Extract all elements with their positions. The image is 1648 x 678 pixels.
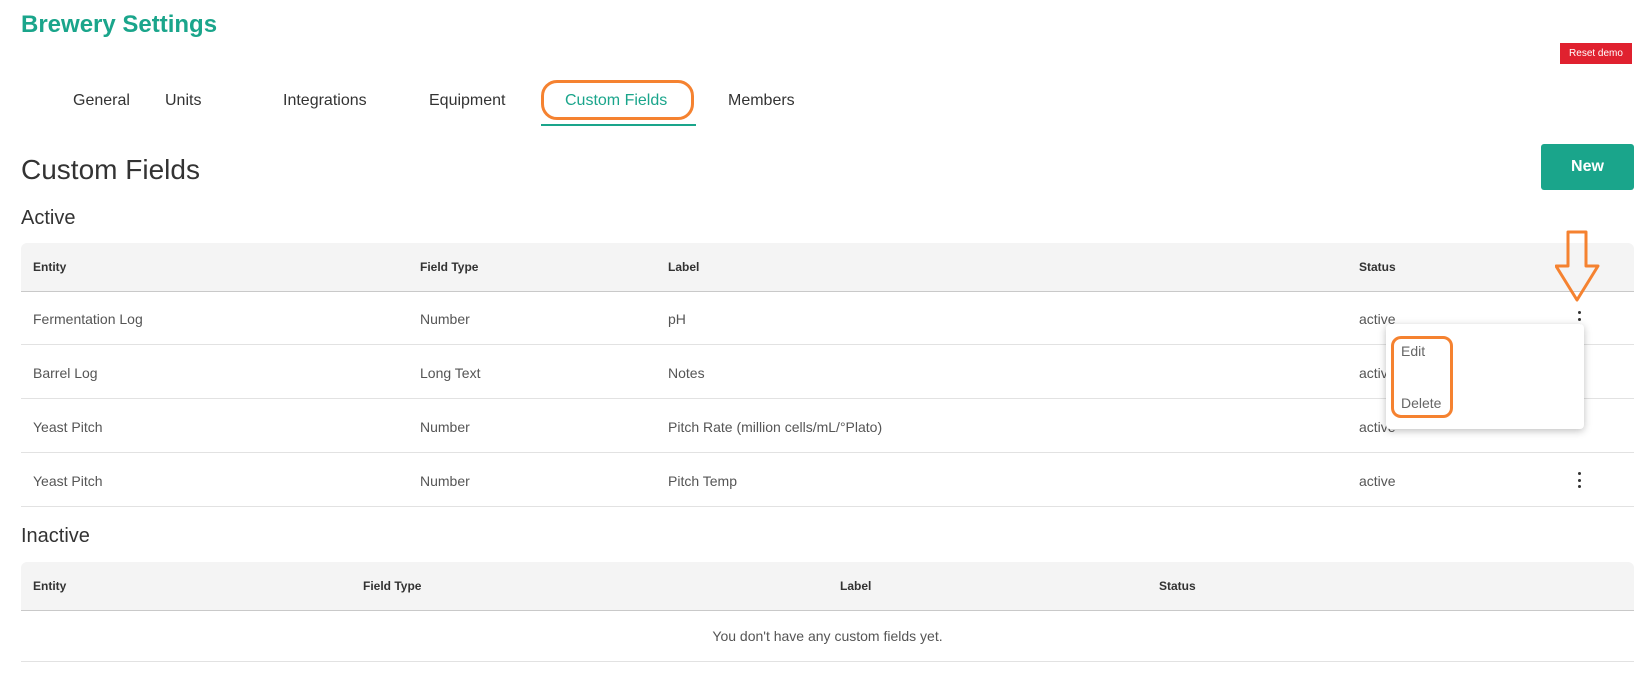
tab-general[interactable]: General (73, 92, 130, 110)
column-header-field-type: Field Type (363, 579, 422, 593)
cell-label: Pitch Temp (668, 473, 737, 489)
column-header-entity: Entity (33, 260, 67, 274)
column-header-label: Label (840, 579, 872, 593)
cell-field-type: Number (420, 311, 470, 327)
reset-demo-button[interactable]: Reset demo (1560, 43, 1632, 64)
new-custom-field-button[interactable]: New (1541, 144, 1634, 190)
cell-field-type: Number (420, 419, 470, 435)
tab-members[interactable]: Members (728, 92, 795, 110)
row-actions-menu: Edit Delete (1386, 324, 1584, 429)
cell-entity: Yeast Pitch (33, 419, 103, 435)
page-title: Custom Fields (21, 154, 200, 185)
cell-label: Notes (668, 365, 705, 381)
column-header-field-type: Field Type (420, 260, 479, 274)
active-tab-indicator (541, 124, 696, 126)
row-actions-kebab-icon[interactable] (1572, 470, 1586, 490)
column-header-entity: Entity (33, 579, 67, 593)
annotation-arrow-down-icon (1555, 230, 1600, 302)
menu-item-edit[interactable]: Edit (1401, 343, 1425, 359)
column-header-status: Status (1359, 260, 1396, 274)
column-header-label: Label (668, 260, 700, 274)
cell-field-type: Number (420, 473, 470, 489)
inactive-table-header: Entity Field Type Label Status (21, 562, 1634, 611)
cell-label: Pitch Rate (million cells/mL/°Plato) (668, 419, 883, 435)
empty-state-message: You don't have any custom fields yet. (21, 610, 1634, 662)
table-row: Yeast Pitch Number Pitch Temp active (21, 454, 1634, 507)
cell-entity: Yeast Pitch (33, 473, 103, 489)
column-header-status: Status (1159, 579, 1196, 593)
tab-units[interactable]: Units (165, 92, 201, 110)
cell-field-type: Long Text (420, 365, 481, 381)
page-header-title: Brewery Settings (21, 11, 218, 38)
cell-entity: Barrel Log (33, 365, 98, 381)
active-table-header: Entity Field Type Label Status (21, 243, 1634, 292)
cell-status: activ (1359, 365, 1388, 381)
cell-entity: Fermentation Log (33, 311, 143, 327)
tab-custom-fields[interactable]: Custom Fields (565, 92, 667, 110)
menu-item-delete[interactable]: Delete (1401, 395, 1441, 411)
tab-integrations[interactable]: Integrations (283, 92, 367, 110)
active-section-title: Active (21, 207, 76, 229)
inactive-section-title: Inactive (21, 525, 90, 547)
cell-status: active (1359, 473, 1396, 489)
cell-label: pH (668, 311, 686, 327)
tab-equipment[interactable]: Equipment (429, 92, 506, 110)
